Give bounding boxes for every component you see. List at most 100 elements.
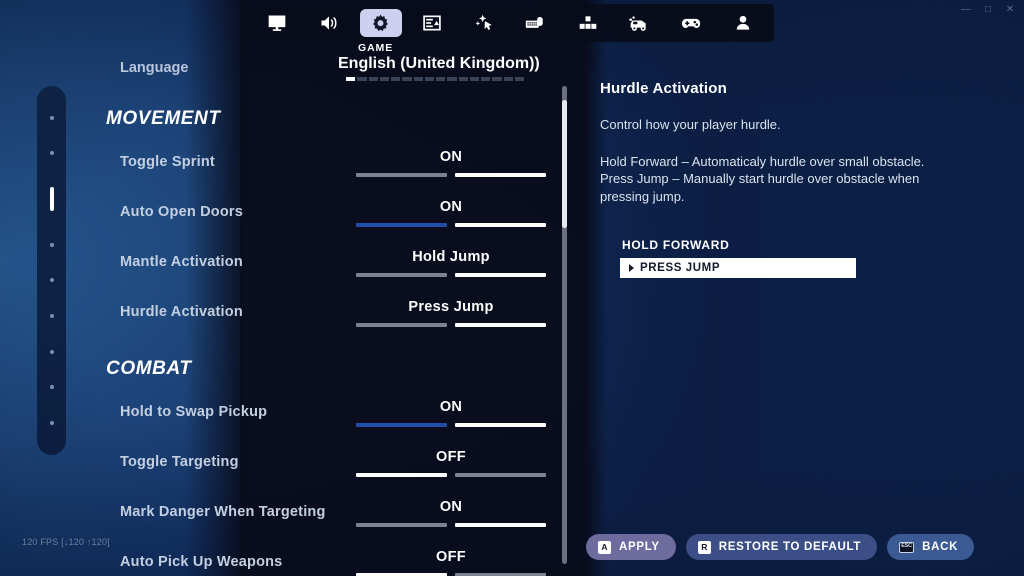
language-kicker: GAME <box>358 42 394 54</box>
toggle-bar-right[interactable] <box>455 323 546 327</box>
setting-row[interactable]: Mantle Activation Hold Jump <box>104 244 546 294</box>
toggle-bar-right[interactable] <box>455 473 546 477</box>
settings-scrollbar-track[interactable] <box>562 86 567 564</box>
hud-layout-icon <box>423 15 442 31</box>
tab-game[interactable] <box>359 9 402 37</box>
setting-row[interactable]: Toggle Sprint ON <box>104 144 546 194</box>
apply-button-label: APPLY <box>619 541 660 553</box>
minimize-icon[interactable]: — <box>956 2 976 18</box>
toggle-bar-left[interactable] <box>356 323 447 327</box>
rail-dot-9[interactable] <box>49 421 54 426</box>
toggle-bar-right[interactable] <box>455 423 546 427</box>
language-segment-13 <box>481 77 491 81</box>
setting-value: Press Jump <box>408 299 494 315</box>
setting-row[interactable]: Auto Open Doors ON <box>104 194 546 244</box>
rail-dot-3-active[interactable] <box>49 187 54 212</box>
detail-option-list: HOLD FORWARD PRESS JUMP <box>620 238 860 278</box>
setting-toggle-bars[interactable] <box>356 473 546 477</box>
restore-button-label: RESTORE TO DEFAULT <box>718 541 862 553</box>
restore-to-default-button[interactable]: R RESTORE TO DEFAULT <box>685 534 878 560</box>
speaker-icon <box>321 16 337 30</box>
toggle-bar-left[interactable] <box>356 423 447 427</box>
setting-row[interactable]: Hold to Swap Pickup ON <box>104 394 546 444</box>
tab-vehicles[interactable] <box>618 9 660 37</box>
setting-label: Toggle Sprint <box>120 154 215 170</box>
setting-value: ON <box>439 199 463 215</box>
tab-keyboard-mouse[interactable] <box>515 9 557 37</box>
toggle-bar-left[interactable] <box>356 273 447 277</box>
setting-control[interactable]: ON <box>356 194 546 227</box>
language-segment-3 <box>368 77 378 81</box>
toggle-bar-left[interactable] <box>356 473 447 477</box>
setting-control[interactable]: Press Jump <box>356 294 546 327</box>
toggle-bar-right[interactable] <box>455 273 546 277</box>
apply-button[interactable]: A APPLY <box>586 534 676 560</box>
key-esc-badge: ESC <box>899 541 915 553</box>
back-button[interactable]: ESC BACK <box>887 534 975 560</box>
setting-toggle-bars[interactable] <box>356 273 546 277</box>
language-segment-15 <box>503 77 513 81</box>
setting-control[interactable]: Hold Jump <box>356 244 546 277</box>
setting-value: OFF <box>436 549 466 565</box>
toggle-bar-left[interactable] <box>356 523 447 527</box>
tab-audio[interactable] <box>308 9 350 37</box>
cursor-sparkle-icon <box>475 14 492 30</box>
toggle-bar-left[interactable] <box>356 173 447 177</box>
setting-control[interactable]: ON <box>356 494 546 527</box>
setting-control[interactable]: OFF <box>356 544 546 576</box>
option-hold-forward[interactable]: HOLD FORWARD <box>620 238 860 252</box>
language-segment-8 <box>424 77 434 81</box>
rail-dot-2[interactable] <box>49 151 54 156</box>
setting-label: Mantle Activation <box>120 254 243 270</box>
setting-value: OFF <box>436 449 466 465</box>
setting-row-language[interactable]: Language GAME English (United Kingdom)) <box>104 42 544 94</box>
setting-toggle-bars[interactable] <box>356 173 546 177</box>
setting-row[interactable]: Mark Danger When Targeting ON <box>104 494 546 544</box>
option-press-jump-label: PRESS JUMP <box>640 262 721 274</box>
tab-building[interactable] <box>567 9 609 37</box>
tab-controller[interactable] <box>670 9 712 37</box>
toggle-bar-right[interactable] <box>455 523 546 527</box>
fortnite-settings-screen: — □ ✕ Language GAME English (United King… <box>0 0 1024 576</box>
language-segment-6 <box>402 77 412 81</box>
close-icon[interactable]: ✕ <box>1000 2 1020 18</box>
rail-dot-1[interactable] <box>49 115 54 120</box>
tab-accessibility[interactable] <box>463 9 505 37</box>
setting-label: Toggle Targeting <box>120 454 239 470</box>
rail-dot-5[interactable] <box>49 278 54 283</box>
rail-dot-7[interactable] <box>49 349 54 354</box>
maximize-icon[interactable]: □ <box>978 2 998 18</box>
option-press-jump-selected[interactable]: PRESS JUMP <box>620 258 856 278</box>
settings-rows-host: MOVEMENT Toggle Sprint ON Auto Open Doors ON… <box>104 94 546 576</box>
monitor-icon <box>268 15 286 31</box>
setting-toggle-bars[interactable] <box>356 223 546 227</box>
rail-dot-8[interactable] <box>49 385 54 390</box>
setting-control[interactable]: ON <box>356 394 546 427</box>
section-header: MOVEMENT <box>104 94 544 144</box>
setting-toggle-bars[interactable] <box>356 323 546 327</box>
language-control[interactable]: GAME English (United Kingdom)) <box>338 42 546 81</box>
setting-control[interactable]: OFF <box>356 444 546 477</box>
tab-video[interactable] <box>256 9 298 37</box>
setting-control[interactable]: ON <box>356 144 546 177</box>
setting-row[interactable]: Hurdle Activation Press Jump <box>104 294 546 344</box>
setting-row[interactable]: Auto Pick Up Weapons OFF <box>104 544 546 576</box>
setting-label: Auto Open Doors <box>120 204 244 220</box>
setting-label: Auto Pick Up Weapons <box>120 554 283 570</box>
language-segment-bar[interactable] <box>346 77 524 81</box>
setting-row[interactable]: Toggle Targeting OFF <box>104 444 546 494</box>
rail-dot-4[interactable] <box>49 242 54 247</box>
tab-hud-layout[interactable] <box>411 9 453 37</box>
setting-toggle-bars[interactable] <box>356 423 546 427</box>
toggle-bar-right[interactable] <box>455 173 546 177</box>
section-header: COMBAT <box>104 344 544 394</box>
settings-list: Language GAME English (United Kingdom)) … <box>104 42 546 576</box>
setting-label: Hold to Swap Pickup <box>120 404 268 420</box>
toggle-bar-right[interactable] <box>455 223 546 227</box>
tab-account[interactable] <box>722 9 764 37</box>
toggle-bar-left[interactable] <box>356 223 447 227</box>
rail-dot-6[interactable] <box>49 314 54 319</box>
settings-scrollbar-thumb[interactable] <box>562 100 567 228</box>
setting-toggle-bars[interactable] <box>356 523 546 527</box>
section-header-label: MOVEMENT <box>106 108 221 129</box>
